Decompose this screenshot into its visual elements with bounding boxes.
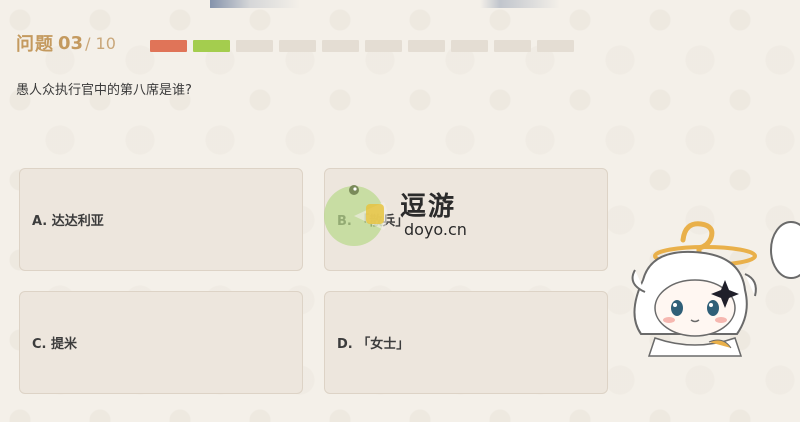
progress-bar: [150, 40, 574, 52]
question-text: 愚人众执行官中的第八席是谁?: [16, 83, 192, 98]
progress-segment-8: [451, 40, 488, 52]
top-decoration: [0, 0, 800, 8]
progress-segment-7: [408, 40, 445, 52]
progress-segment-4: [279, 40, 316, 52]
option-a-label: A. 达达利亚: [32, 214, 104, 229]
option-c-button[interactable]: C. 提米: [19, 291, 303, 394]
option-d-button[interactable]: D. 「女士」: [324, 291, 608, 394]
question-label: 问题: [16, 34, 54, 55]
option-d-label: D. 「女士」: [337, 337, 410, 352]
progress-segment-9: [494, 40, 531, 52]
progress-segment-1: [150, 40, 187, 52]
question-number: 03: [58, 32, 84, 54]
watermark-url: doyo.cn: [404, 220, 467, 239]
watermark-title: 逗游: [400, 192, 457, 222]
question-total: / 10: [85, 33, 116, 53]
option-a-button[interactable]: A. 达达利亚: [19, 168, 303, 271]
question-header: 问题 03 / 10: [16, 30, 116, 56]
progress-segment-10: [537, 40, 574, 52]
progress-segment-2: [193, 40, 230, 52]
watermark: 逗游 doyo.cn: [322, 180, 492, 250]
progress-segment-6: [365, 40, 402, 52]
option-c-label: C. 提米: [32, 337, 78, 352]
doyo-logo-icon: [324, 185, 388, 246]
progress-segment-3: [236, 40, 273, 52]
progress-segment-5: [322, 40, 359, 52]
paimon-mascot: [631, 221, 800, 357]
